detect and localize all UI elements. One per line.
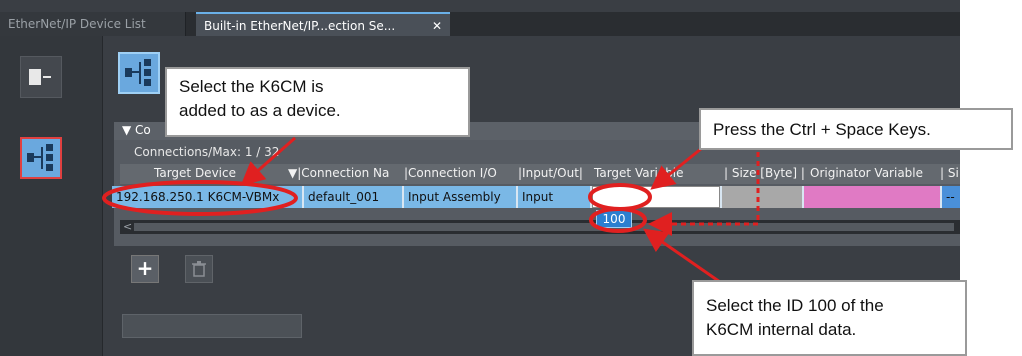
dotted-arrow-to-id <box>648 152 760 236</box>
callout-line: Select the ID 100 of the <box>706 296 884 315</box>
arrow-to-device <box>240 136 296 186</box>
highlight-ellipse-target <box>588 183 652 211</box>
callout-line: K6CM internal data. <box>706 320 857 339</box>
callout-select-id: Select the ID 100 of the K6CM internal d… <box>692 280 967 356</box>
callout-line: Press the Ctrl + Space Keys. <box>713 120 931 139</box>
callout-line: added to as a device. <box>179 101 341 120</box>
callout-select-device: Select the K6CM is added to as a device. <box>165 67 470 137</box>
arrow-to-id <box>643 228 721 284</box>
callout-line: Select the K6CM is <box>179 77 324 96</box>
callout-press-keys: Press the Ctrl + Space Keys. <box>699 108 1013 150</box>
highlight-ellipse-device <box>102 180 298 216</box>
highlight-ellipse-id <box>589 207 647 233</box>
